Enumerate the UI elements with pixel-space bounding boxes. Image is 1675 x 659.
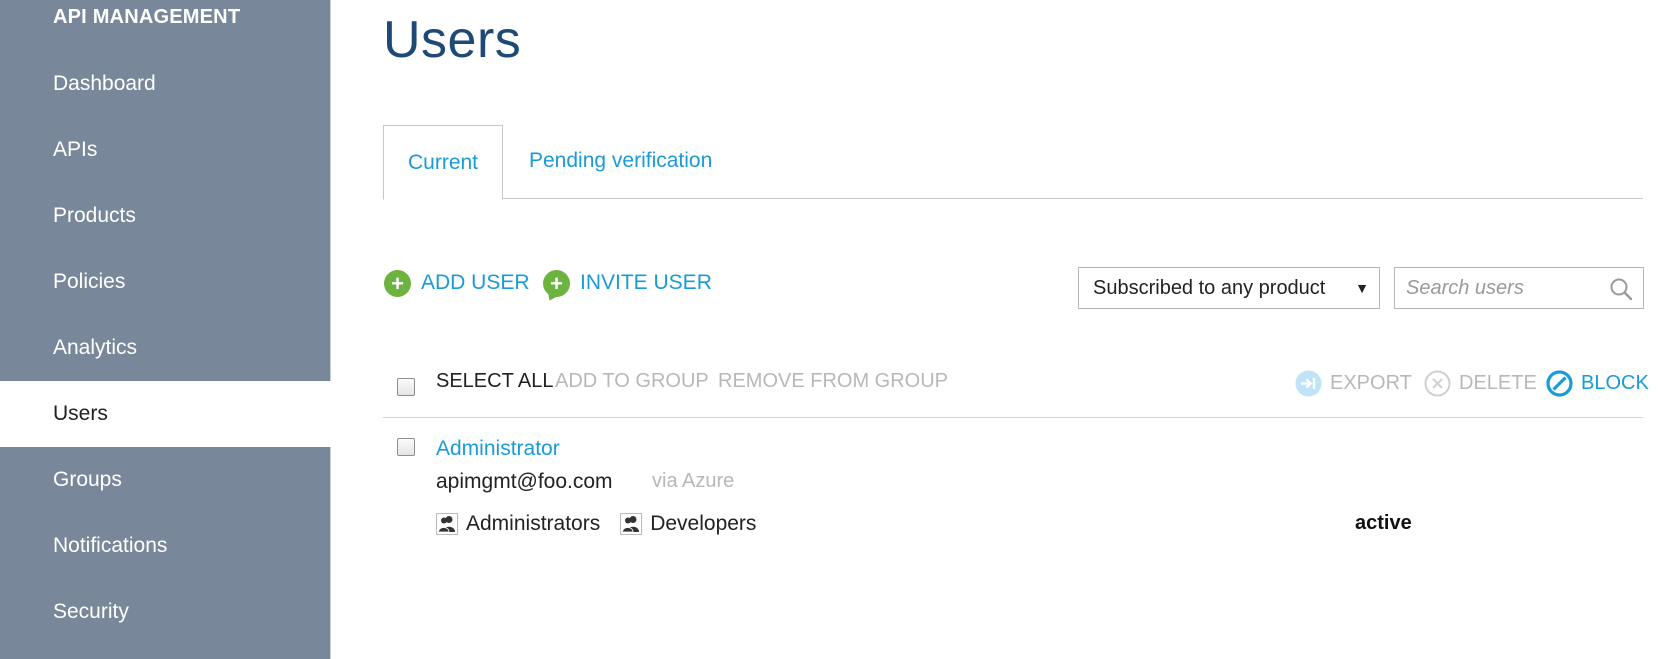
tab-pending-verification[interactable]: Pending verification	[529, 125, 712, 199]
search-input[interactable]	[1395, 268, 1595, 308]
block-icon	[1546, 370, 1573, 397]
search-icon[interactable]	[1609, 277, 1633, 301]
delete-button[interactable]: DELETE	[1424, 370, 1537, 397]
add-user-button[interactable]: + ADD USER	[384, 265, 530, 301]
group-tag: Administrators	[436, 512, 600, 536]
sidebar-item-apis[interactable]: APIs	[0, 117, 331, 183]
add-to-group-button[interactable]: ADD TO GROUP	[555, 370, 709, 393]
user-row-checkbox[interactable]	[397, 438, 415, 456]
group-tag-label: Administrators	[466, 512, 601, 535]
export-icon	[1295, 370, 1322, 397]
invite-plus-speech-icon: +	[543, 269, 570, 297]
block-label: BLOCK	[1581, 372, 1649, 394]
export-label: EXPORT	[1330, 372, 1412, 394]
invite-user-label: INVITE USER	[580, 271, 712, 294]
sidebar-item-products[interactable]: Products	[0, 183, 331, 249]
user-status: active	[1355, 512, 1412, 534]
group-users-icon	[436, 513, 458, 535]
user-groups: Administrators Developers	[436, 512, 776, 536]
sidebar-nav: Dashboard APIs Products Policies Analyti…	[0, 51, 331, 645]
sidebar-item-users[interactable]: Users	[0, 381, 331, 447]
sidebar-item-groups[interactable]: Groups	[0, 447, 331, 513]
caret-down-icon: ▼	[1355, 280, 1369, 296]
group-tag-label: Developers	[650, 512, 757, 535]
delete-label: DELETE	[1459, 372, 1537, 394]
select-all-label[interactable]: SELECT ALL	[436, 370, 553, 393]
tab-current[interactable]: Current	[383, 125, 503, 200]
add-user-label: ADD USER	[421, 271, 530, 294]
export-button[interactable]: EXPORT	[1295, 370, 1412, 397]
sidebar: API MANAGEMENT Dashboard APIs Products P…	[0, 0, 331, 659]
brand-title: API MANAGEMENT	[53, 6, 241, 28]
product-filter-value: Subscribed to any product	[1093, 277, 1326, 299]
user-identity-provider: via Azure	[652, 470, 735, 492]
plus-circle-icon: +	[384, 269, 411, 297]
sidebar-item-dashboard[interactable]: Dashboard	[0, 51, 331, 117]
block-button[interactable]: BLOCK	[1546, 370, 1649, 397]
user-email: apimgmt@foo.com	[436, 470, 613, 493]
search-box	[1394, 267, 1644, 309]
page-title: Users	[383, 11, 522, 69]
product-filter-select[interactable]: Subscribed to any product ▼	[1078, 267, 1380, 309]
group-users-icon	[620, 513, 643, 535]
invite-user-button[interactable]: + INVITE USER	[543, 265, 712, 301]
remove-from-group-button[interactable]: REMOVE FROM GROUP	[718, 370, 948, 393]
sidebar-item-security[interactable]: Security	[0, 579, 331, 645]
user-row: Administrator apimgmt@foo.com via Azure …	[383, 432, 1643, 542]
sidebar-item-notifications[interactable]: Notifications	[0, 513, 331, 579]
sidebar-item-analytics[interactable]: Analytics	[0, 315, 331, 381]
select-all-checkbox[interactable]	[397, 378, 415, 396]
delete-x-icon	[1424, 370, 1451, 397]
tab-bar: Current Pending verification	[383, 125, 1643, 200]
sidebar-item-policies[interactable]: Policies	[0, 249, 331, 315]
user-name-link[interactable]: Administrator	[436, 437, 560, 461]
bulk-action-bar: SELECT ALL ADD TO GROUP REMOVE FROM GROU…	[383, 364, 1649, 418]
group-tag: Developers	[620, 512, 756, 536]
main-content: Users Current Pending verification + ADD…	[383, 0, 1649, 659]
